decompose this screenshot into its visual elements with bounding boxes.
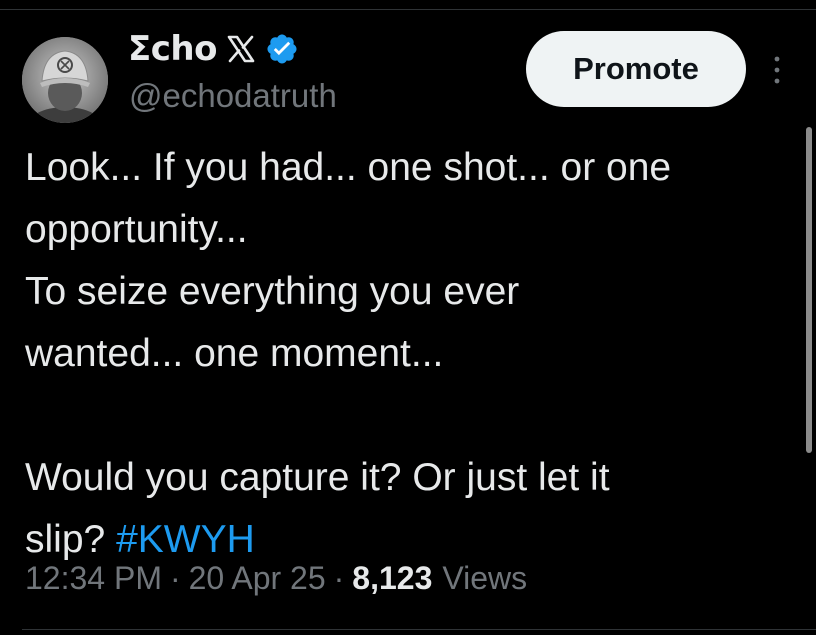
tweet-text: Look... If you had... one shot... or one…	[25, 137, 795, 571]
x-logo-icon	[227, 35, 255, 63]
tweet-line: Look... If you had... one shot... or one	[25, 146, 672, 189]
meta-separator: ·	[333, 560, 345, 596]
author-name[interactable]: Ʃcho	[128, 29, 217, 69]
verified-badge-icon	[267, 34, 297, 64]
tweet-date[interactable]: 20 Apr 25	[189, 560, 326, 597]
avatar-photo-cap-icon	[22, 37, 108, 123]
tweet-line: wanted... one moment...	[25, 332, 444, 375]
tweet-line-text: slip?	[25, 518, 106, 561]
tweet-line: opportunity...	[25, 208, 248, 251]
bottom-divider	[22, 629, 816, 630]
tweet-meta: 12:34 PM · 20 Apr 25 · 8,123 Views	[25, 560, 527, 597]
top-divider	[0, 9, 816, 10]
tweet-line: To seize everything you ever	[25, 270, 520, 313]
hashtag-link[interactable]: #KWYH	[116, 518, 255, 561]
meta-separator: ·	[169, 560, 181, 596]
more-vertical-icon[interactable]	[766, 50, 788, 90]
avatar[interactable]	[22, 37, 108, 123]
author-name-row[interactable]: Ʃcho	[128, 27, 299, 71]
promote-button[interactable]: Promote	[526, 31, 746, 107]
tweet-line: Would you capture it? Or just let it	[25, 456, 610, 499]
author-handle[interactable]: @echodatruth	[129, 77, 337, 115]
views-count[interactable]: 8,123	[352, 560, 432, 597]
tweet-time[interactable]: 12:34 PM	[25, 560, 162, 597]
views-label[interactable]: Views	[442, 560, 527, 597]
scrollbar-thumb[interactable]	[806, 127, 812, 453]
